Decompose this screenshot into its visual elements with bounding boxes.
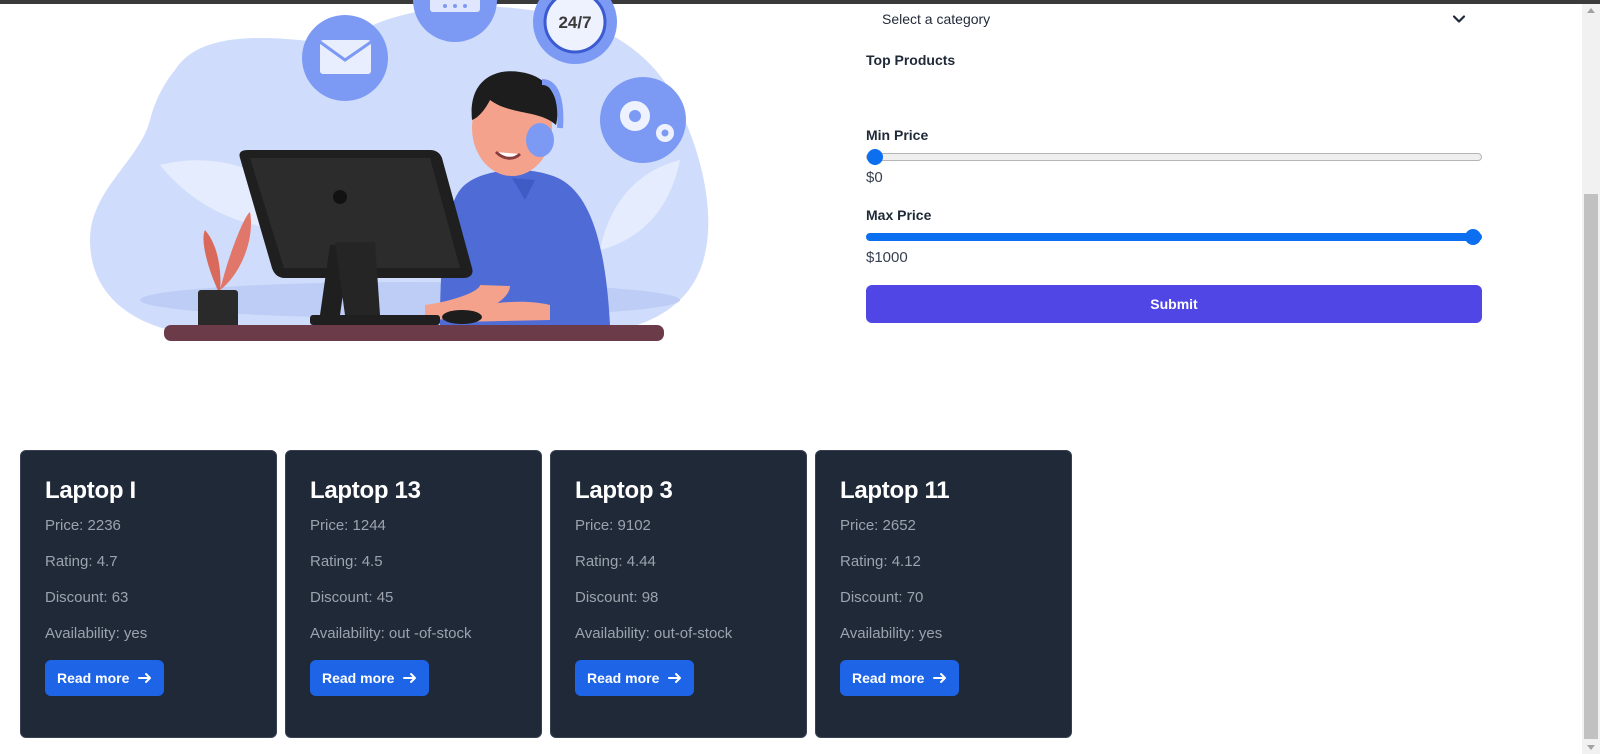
product-discount: Discount: 63 — [45, 589, 129, 606]
read-more-label: Read more — [852, 670, 925, 686]
max-price-slider-thumb[interactable] — [1465, 229, 1481, 245]
product-card: Laptop I Price: 2236 Rating: 4.7 Discoun… — [20, 450, 277, 738]
svg-text:24/7: 24/7 — [558, 13, 591, 32]
arrow-right-icon — [668, 673, 682, 683]
arrow-right-icon — [933, 673, 947, 683]
product-price: Price: 9102 — [575, 517, 651, 534]
read-more-label: Read more — [322, 670, 395, 686]
page-scrollbar[interactable] — [1582, 4, 1600, 754]
read-more-button[interactable]: Read more — [840, 660, 960, 696]
min-price-slider-thumb[interactable] — [867, 149, 883, 165]
chevron-down-icon — [1452, 15, 1466, 23]
product-price: Price: 1244 — [310, 517, 386, 534]
desk-illustration — [164, 325, 664, 341]
product-rating: Rating: 4.44 — [575, 553, 656, 570]
product-availability: Availability: yes — [840, 625, 943, 642]
product-rating: Rating: 4.12 — [840, 553, 921, 570]
min-price-slider[interactable] — [866, 149, 1482, 165]
submit-button[interactable]: Submit — [866, 285, 1482, 323]
product-availability: Availability: out-of-stock — [575, 625, 733, 642]
arrow-right-icon — [403, 673, 417, 683]
arrow-right-icon — [138, 673, 152, 683]
product-card: Laptop 11 Price: 2652 Rating: 4.12 Disco… — [815, 450, 1072, 738]
product-rating: Rating: 4.5 — [310, 553, 383, 570]
product-availability: Availability: yes — [45, 625, 148, 642]
read-more-button[interactable]: Read more — [310, 660, 430, 696]
product-discount: Discount: 45 — [310, 589, 394, 606]
gears-icon — [600, 77, 686, 163]
read-more-label: Read more — [57, 670, 130, 686]
product-rating: Rating: 4.7 — [45, 553, 118, 570]
product-name: Laptop I — [45, 477, 136, 504]
scroll-down-arrow-icon[interactable] — [1586, 744, 1596, 752]
min-price-slider-track — [866, 153, 1482, 161]
read-more-button[interactable]: Read more — [575, 660, 695, 696]
max-price-slider-track — [866, 233, 1482, 241]
scroll-up-arrow-icon[interactable] — [1586, 6, 1596, 14]
max-price-value: $1000 — [866, 249, 908, 266]
product-availability: Availability: out -of-stock — [310, 625, 472, 642]
product-discount: Discount: 98 — [575, 589, 659, 606]
mail-icon — [302, 15, 388, 101]
product-card-grid: Laptop I Price: 2236 Rating: 4.7 Discoun… — [20, 450, 1072, 738]
max-price-slider[interactable] — [866, 229, 1482, 245]
min-price-label: Min Price — [866, 127, 929, 143]
product-price: Price: 2236 — [45, 517, 121, 534]
min-price-value: $0 — [866, 169, 883, 186]
product-name: Laptop 3 — [575, 477, 673, 504]
read-more-button[interactable]: Read more — [45, 660, 165, 696]
support-illustration: 24/7 — [90, 0, 709, 341]
product-card: Laptop 13 Price: 1244 Rating: 4.5 Discou… — [285, 450, 542, 738]
category-select[interactable]: Select a category — [866, 4, 1482, 34]
product-card: Laptop 3 Price: 9102 Rating: 4.44 Discou… — [550, 450, 807, 738]
category-select-value: Select a category — [882, 11, 991, 27]
scrollbar-thumb[interactable] — [1584, 194, 1598, 739]
product-name: Laptop 13 — [310, 477, 421, 504]
read-more-label: Read more — [587, 670, 660, 686]
max-price-label: Max Price — [866, 207, 932, 223]
product-discount: Discount: 70 — [840, 589, 924, 606]
product-price: Price: 2652 — [840, 517, 916, 534]
product-name: Laptop 11 — [840, 477, 950, 504]
top-products-label: Top Products — [866, 52, 956, 68]
